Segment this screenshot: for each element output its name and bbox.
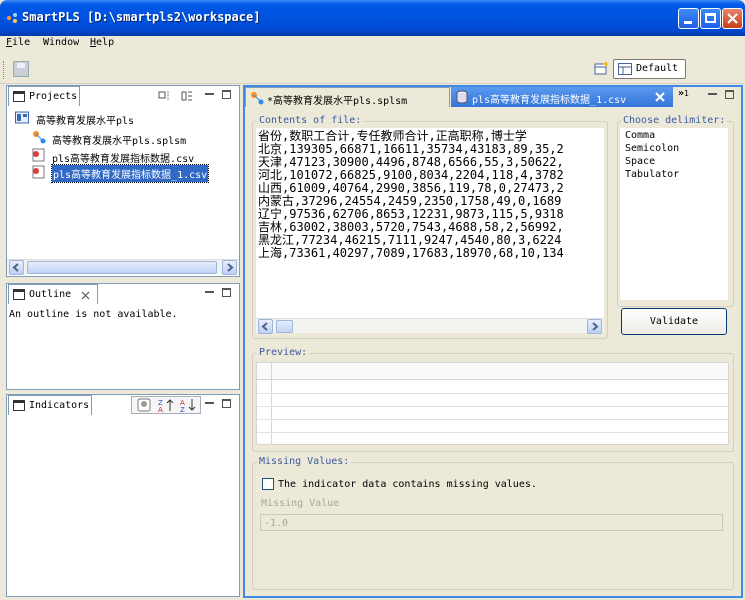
file-line: 河北,101072,66825,9100,8034,2204,118,4,378… — [258, 168, 564, 182]
indicators-maximize-icon[interactable] — [222, 399, 231, 408]
link-with-editor-icon[interactable] — [180, 90, 194, 102]
perspective-icon — [618, 63, 632, 75]
file-line: 天津,47123,30900,4496,8748,6566,55,3,50622… — [258, 155, 564, 169]
database-icon — [456, 90, 468, 104]
collapse-all-icon[interactable] — [158, 90, 172, 102]
window-title: SmartPLS [D:\smartpls2\workspace] — [22, 10, 261, 24]
scroll-thumb[interactable] — [27, 261, 217, 274]
project-folder-icon — [15, 111, 29, 124]
missing-values-label: Missing Values: — [257, 456, 352, 467]
tab-outline[interactable]: Outline — [8, 284, 98, 304]
file-line: 辽宁,97536,62706,8653,12231,9873,115,5,931… — [258, 207, 564, 221]
scroll-left-icon[interactable] — [9, 260, 24, 275]
file-line: 黑龙江,77234,46215,7111,9247,4540,80,3,6224 — [258, 233, 562, 247]
outline-icon — [13, 289, 25, 300]
csv-file-icon — [32, 148, 45, 162]
close-outline-icon[interactable] — [81, 291, 90, 300]
preview-label: Preview: — [257, 347, 310, 358]
validate-button[interactable]: Validate — [621, 308, 727, 335]
projects-maximize-icon[interactable] — [222, 90, 231, 99]
delimiter-label: Choose delimiter: — [621, 115, 728, 126]
outline-maximize-icon[interactable] — [222, 288, 231, 297]
close-tab-icon[interactable] — [655, 92, 665, 102]
file-line: 省份,数职工合计,专任教师合计,正高职称,博士学 — [258, 129, 527, 143]
delimiter-option-comma[interactable]: Comma — [625, 130, 655, 142]
open-perspective-icon[interactable] — [594, 60, 610, 76]
svg-text:A: A — [158, 406, 163, 412]
preview-table[interactable] — [256, 362, 729, 445]
close-icon — [727, 13, 738, 24]
filter-icon[interactable] — [137, 398, 151, 412]
projects-minimize-icon[interactable] — [205, 90, 214, 95]
contents-horizontal-scrollbar[interactable] — [256, 318, 604, 334]
delimiter-option-space[interactable]: Space — [625, 156, 655, 168]
tab-projects[interactable]: Projects — [8, 86, 80, 106]
menu-bar: File Window Help — [0, 36, 745, 52]
missing-value-label: Missing Value — [261, 498, 340, 509]
tab-model-editor[interactable]: *高等教育发展水平pls.splsm — [245, 87, 450, 107]
tab-indicators[interactable]: Indicators — [8, 395, 92, 415]
menu-help[interactable]: Help — [90, 37, 114, 48]
scroll-right-icon[interactable] — [222, 260, 237, 275]
indicators-panel — [6, 394, 240, 597]
scroll-left-icon[interactable] — [258, 319, 273, 334]
toolbar-grip[interactable] — [3, 61, 6, 79]
maximize-button[interactable] — [700, 8, 721, 29]
sort-ascending-icon[interactable]: ZA — [158, 398, 174, 412]
projects-horizontal-scrollbar[interactable] — [7, 259, 239, 275]
scroll-thumb[interactable] — [276, 320, 293, 333]
preview-header-row — [257, 363, 728, 380]
perspective-label: Default — [636, 63, 679, 74]
delimiter-option-semicolon[interactable]: Semicolon — [625, 143, 679, 155]
tab-csv-editor[interactable]: pls高等教育发展指标数据_1.csv — [451, 87, 673, 107]
outline-message: An outline is not available. — [9, 309, 178, 320]
menu-window[interactable]: Window — [43, 37, 79, 48]
file-line: 内蒙古,37296,24554,2459,2350,1758,49,0,1689 — [258, 194, 562, 208]
smartpls-app-icon — [7, 13, 17, 23]
csv-file-icon — [32, 165, 45, 179]
perspective-default-button[interactable]: Default — [613, 59, 686, 79]
delimiter-list[interactable]: Comma Semicolon Space Tabulator — [620, 128, 728, 300]
missing-value-input[interactable]: -1.0 — [260, 514, 723, 531]
missing-values-checkbox-label: The indicator data contains missing valu… — [278, 479, 537, 490]
outline-minimize-icon[interactable] — [205, 288, 214, 293]
save-icon[interactable] — [13, 61, 29, 77]
minimize-button[interactable] — [678, 8, 699, 29]
model-icon — [251, 92, 264, 105]
sort-descending-icon[interactable]: AZ — [180, 398, 196, 412]
tab-overflow-indicator[interactable]: »1 — [678, 88, 689, 99]
file-line: 山西,61009,40764,2990,3856,119,78,0,27473,… — [258, 181, 564, 195]
file-line: 吉林,63002,38003,5720,7543,4688,58,2,56992… — [258, 220, 564, 234]
missing-values-checkbox[interactable] — [262, 478, 274, 490]
projects-tree: 高等教育发展水平pls 高等教育发展水平pls.splsm pls高等教育发展指… — [7, 106, 239, 259]
delimiter-option-tabulator[interactable]: Tabulator — [625, 169, 679, 181]
menu-file[interactable]: File — [6, 37, 30, 48]
editor-minimize-icon[interactable] — [708, 90, 717, 95]
file-contents-text[interactable]: 省份,数职工合计,专任教师合计,正高职称,博士学 北京,139305,66871… — [256, 128, 604, 318]
file-line: 北京,139305,66871,16611,35734,43183,89,35,… — [258, 142, 564, 156]
indicators-minimize-icon[interactable] — [205, 399, 214, 404]
scroll-right-icon[interactable] — [587, 319, 602, 334]
indicators-icon — [13, 400, 25, 411]
title-bar: SmartPLS [D:\smartpls2\workspace] — [0, 0, 745, 36]
file-line: 上海,73361,40297,7089,17683,18970,68,10,13… — [258, 246, 564, 260]
svg-text:Z: Z — [180, 406, 185, 412]
projects-icon — [13, 91, 25, 102]
editor-maximize-icon[interactable] — [725, 90, 734, 99]
contents-label: Contents of file: — [257, 115, 364, 126]
model-icon — [33, 131, 46, 144]
close-button[interactable] — [722, 8, 743, 29]
